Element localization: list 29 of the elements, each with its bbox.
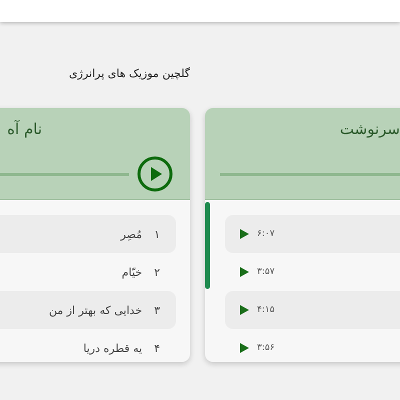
album-title: سرنوشت xyxy=(338,120,400,140)
playlist-title: گلچین موزیک های پرانرژی xyxy=(69,67,190,80)
track-name: خدایی که بهتر از من xyxy=(48,304,142,316)
play-icon[interactable] xyxy=(239,305,249,315)
track-row[interactable]: ۳ خدایی که بهتر از من xyxy=(0,291,176,329)
track-row[interactable]: ۱ مُصِر xyxy=(0,215,176,253)
track-name: مُصِر xyxy=(120,228,142,240)
track-number: ۲ xyxy=(154,266,160,278)
track-row[interactable]: ۴ یه قطره دریا xyxy=(0,329,176,362)
play-icon[interactable] xyxy=(239,229,249,239)
track-duration: ۴:۱۵ xyxy=(257,305,275,315)
track-duration: ۳:۵۷ xyxy=(257,267,275,277)
track-row[interactable]: ۴:۱۵ xyxy=(225,291,400,329)
track-row[interactable]: ۶:۰۷ xyxy=(225,215,400,253)
track-duration: ۶:۰۷ xyxy=(257,229,275,239)
track-name: یه قطره دریا xyxy=(83,342,142,354)
play-button[interactable] xyxy=(137,156,173,192)
play-icon[interactable] xyxy=(239,267,249,277)
scrollbar-thumb[interactable] xyxy=(205,202,210,289)
track-name: خیّام xyxy=(122,266,142,278)
track-duration: ۳:۵۶ xyxy=(257,343,275,353)
track-row[interactable]: ۲ خیّام xyxy=(0,253,176,291)
track-number: ۱ xyxy=(154,228,160,240)
track-number: ۴ xyxy=(154,342,160,354)
play-icon[interactable] xyxy=(239,343,249,353)
track-row[interactable]: ۳:۵۶ xyxy=(225,329,400,362)
track-number: ۳ xyxy=(154,304,160,316)
album-title: نام آه xyxy=(6,120,43,140)
track-row[interactable]: ۳:۵۷ xyxy=(225,253,400,291)
